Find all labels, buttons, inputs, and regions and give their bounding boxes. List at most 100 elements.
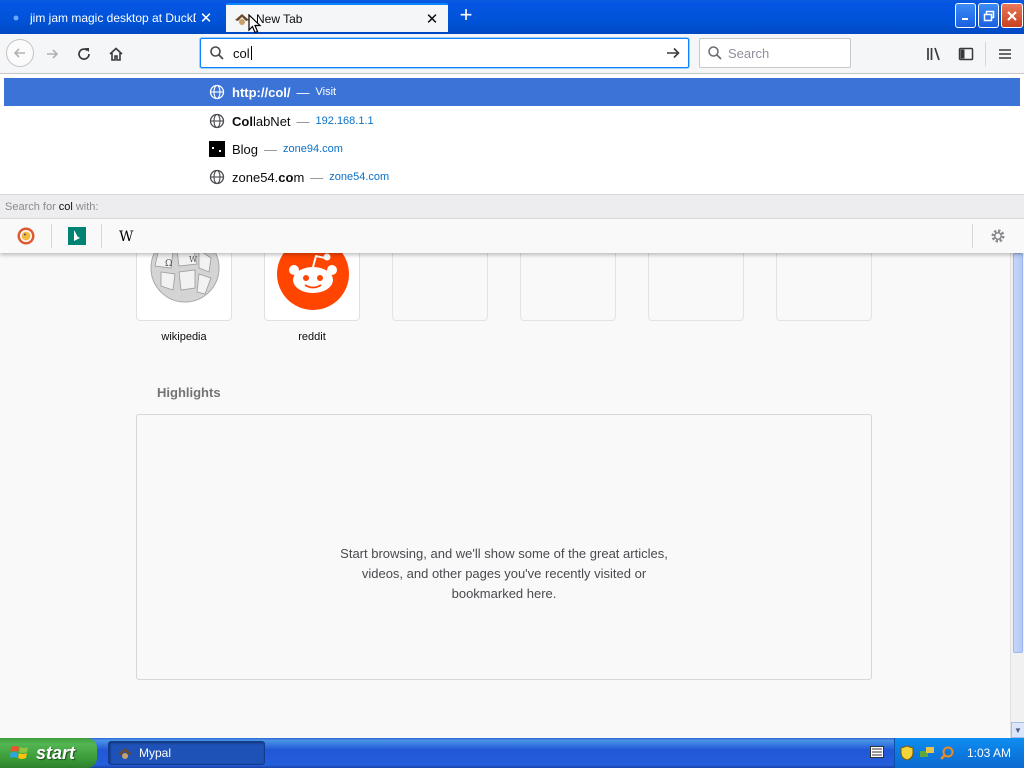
menu-button[interactable] [991, 40, 1019, 68]
svg-text:W: W [189, 255, 198, 264]
top-site-empty [648, 253, 744, 321]
autocomplete-title: Blog [232, 141, 259, 157]
highlights-section: Start browsing, and we'll show some of t… [136, 414, 872, 680]
autocomplete-row-zone54[interactable]: zone54.com — zone54.com [4, 163, 1020, 191]
tab-strip: jim jam magic desktop at DuckDuc ✕ New T… [0, 0, 1024, 34]
autocomplete-row-blog[interactable]: Blog — zone94.com [4, 135, 1020, 163]
restore-button[interactable] [978, 3, 999, 28]
top-site-label[interactable]: wikipedia [136, 331, 232, 343]
top-site-empty [776, 253, 872, 321]
empty-message-line: Start browsing, and we'll show some of t… [340, 546, 668, 561]
sidebar-button[interactable] [952, 40, 980, 68]
autocomplete-title: http://col/ [232, 84, 291, 100]
duckduckgo-favicon-icon [8, 10, 24, 26]
mypal-app-icon [117, 745, 133, 761]
close-tab-icon[interactable]: ✕ [422, 10, 442, 28]
wikipedia-globe-icon: Ω W [150, 253, 220, 303]
system-clock: 1:03 AM [967, 746, 1012, 760]
security-shield-icon[interactable] [899, 745, 915, 761]
magnifier-tray-icon[interactable] [939, 745, 955, 761]
svg-text:W: W [119, 229, 134, 245]
autocomplete-separator: — [310, 169, 324, 185]
search-with-prefix: Search for [5, 200, 56, 213]
one-off-search-engines: W [0, 219, 1024, 253]
gear-icon[interactable] [988, 226, 1008, 246]
forward-button[interactable] [38, 40, 66, 68]
keyboard-language-icon[interactable] [870, 746, 884, 758]
reload-icon [78, 48, 90, 60]
scrollbar-thumb[interactable] [1013, 253, 1023, 653]
urlbar-autocomplete-popup: http://col/ — Visit CollabNet — 192.168.… [0, 74, 1024, 253]
windows-taskbar: start Mypal 1:03 AM [0, 738, 1024, 768]
forward-arrow-icon [47, 49, 59, 59]
match-highlight: Col [232, 113, 253, 129]
back-button[interactable] [6, 39, 34, 67]
autocomplete-separator: — [296, 84, 310, 100]
globe-icon [208, 113, 225, 130]
engine-divider [51, 224, 52, 248]
library-button[interactable] [920, 40, 948, 68]
reload-button[interactable] [70, 40, 98, 68]
autocomplete-title: zone54.com [232, 170, 304, 185]
autocomplete-row-collabnet[interactable]: CollabNet — 192.168.1.1 [4, 107, 1020, 135]
bing-icon[interactable] [67, 226, 87, 246]
url-bar[interactable]: col [200, 38, 689, 68]
top-site-empty [392, 253, 488, 321]
search-icon [203, 45, 231, 61]
wikipedia-icon[interactable]: W [117, 226, 137, 246]
navigation-toolbar: col Search [0, 34, 1024, 74]
back-arrow-icon [13, 48, 25, 58]
highlights-empty-message: Start browsing, and we'll show some of t… [137, 544, 871, 604]
svg-text:Ω: Ω [165, 259, 172, 269]
search-with-query: col [58, 200, 73, 213]
start-label: start [36, 742, 76, 763]
hamburger-menu-icon [999, 49, 1011, 59]
tab-duckduckgo[interactable]: jim jam magic desktop at DuckDuc ✕ [0, 3, 222, 32]
top-site-label[interactable]: reddit [264, 331, 360, 343]
top-site-empty [520, 253, 616, 321]
match-highlight: co [278, 169, 294, 185]
close-window-button[interactable] [1001, 3, 1023, 28]
scroll-down-arrow-icon[interactable]: ▼ [1011, 722, 1024, 738]
url-input[interactable]: col [231, 46, 658, 61]
highlights-heading: Highlights [157, 385, 221, 400]
duckduckgo-icon[interactable] [16, 226, 36, 246]
title-rest: m [293, 169, 305, 185]
autocomplete-url: zone94.com [283, 143, 343, 155]
top-site-reddit[interactable] [264, 253, 360, 321]
title-plain: zone54. [232, 169, 279, 185]
globe-icon [208, 169, 225, 186]
blog-favicon-icon [208, 141, 225, 158]
windows-logo-icon [10, 746, 28, 759]
search-with-suffix: with: [75, 200, 99, 213]
network-icon[interactable] [919, 745, 935, 761]
autocomplete-row-visit[interactable]: http://col/ — Visit [4, 78, 1020, 106]
autocomplete-separator: — [296, 113, 310, 129]
autocomplete-separator: — [264, 141, 278, 157]
home-icon [109, 47, 123, 61]
engine-divider [101, 224, 102, 248]
minimize-button[interactable] [955, 3, 976, 28]
search-placeholder: Search [728, 45, 770, 61]
start-button[interactable]: start [0, 738, 97, 768]
top-site-wikipedia[interactable]: Ω W [136, 253, 232, 321]
tab-title: jim jam magic desktop at DuckDuc [30, 10, 196, 25]
system-tray: 1:03 AM [894, 738, 1024, 768]
library-icon [927, 47, 940, 61]
go-arrow-icon[interactable] [658, 45, 688, 61]
search-bar[interactable]: Search [699, 38, 851, 68]
taskbar-window-mypal[interactable]: Mypal [108, 741, 265, 765]
taskbar-window-title: Mypal [139, 746, 172, 760]
page-scrollbar[interactable]: ▼ [1010, 253, 1024, 738]
search-icon [702, 45, 728, 61]
new-tab-button[interactable]: + [454, 4, 478, 28]
new-tab-page: Ω W wikipedia reddit Highlights Start br… [0, 253, 1010, 738]
reddit-logo-icon [277, 253, 349, 310]
tab-title: New Tab [256, 11, 303, 26]
autocomplete-action: Visit [315, 86, 337, 98]
home-button[interactable] [102, 40, 130, 68]
globe-icon [208, 84, 225, 101]
close-tab-icon[interactable]: ✕ [196, 9, 216, 27]
sidebar-icon [958, 47, 974, 61]
title-rest: labNet [252, 113, 291, 129]
